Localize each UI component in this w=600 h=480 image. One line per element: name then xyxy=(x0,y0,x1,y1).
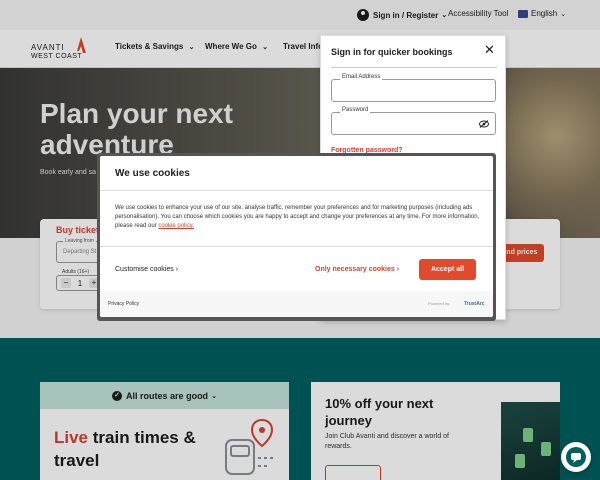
cookie-consent-modal: We use cookies We use cookies to enhance… xyxy=(100,156,493,317)
powered-by-label: Powered by: xyxy=(428,301,451,306)
chevron-right-icon: › xyxy=(175,266,179,273)
password-label: Password xyxy=(340,107,371,113)
accept-all-button[interactable]: Accept all xyxy=(419,259,476,280)
email-field[interactable]: Email Address xyxy=(331,74,496,102)
only-necessary-cookies-button[interactable]: Only necessary cookies › xyxy=(315,266,399,273)
divider xyxy=(100,190,493,191)
email-label: Email Address xyxy=(340,74,383,80)
close-icon[interactable]: ✕ xyxy=(484,42,495,58)
cookie-modal-body: We use cookies to enhance your use of ou… xyxy=(115,204,480,231)
cookie-modal-title: We use cookies xyxy=(115,168,190,179)
chevron-right-icon: › xyxy=(396,266,400,273)
speech-bubble-icon xyxy=(571,453,581,463)
cookie-policy-link[interactable]: cookie policy. xyxy=(158,223,194,229)
chat-button[interactable] xyxy=(561,442,591,472)
cookie-modal-footer: Privacy Policy Powered by: TrustArc xyxy=(100,291,493,317)
chat-icon xyxy=(566,447,586,467)
trustarc-logo[interactable]: TrustArc xyxy=(464,301,485,307)
only-necessary-label: Only necessary cookies xyxy=(315,266,395,273)
divider xyxy=(100,246,493,247)
divider xyxy=(331,67,497,68)
sign-in-panel-title: Sign in for quicker bookings xyxy=(331,47,453,57)
password-field[interactable]: Password xyxy=(331,107,496,135)
customise-label: Customise cookies xyxy=(115,266,174,273)
eye-slash-icon[interactable] xyxy=(479,120,489,128)
privacy-policy-link[interactable]: Privacy Policy xyxy=(108,301,139,307)
customise-cookies-button[interactable]: Customise cookies › xyxy=(115,266,178,273)
